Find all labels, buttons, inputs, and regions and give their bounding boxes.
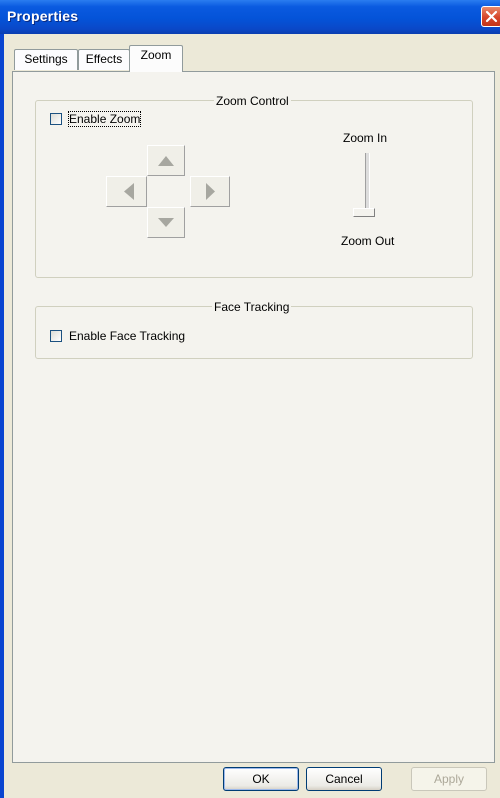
tab-zoom-label: Zoom [140, 48, 172, 62]
tab-settings[interactable]: Settings [14, 49, 78, 70]
close-button[interactable] [481, 6, 500, 27]
tab-settings-label: Settings [24, 52, 68, 66]
face-tracking-title: Face Tracking [212, 300, 292, 314]
enable-face-tracking-label[interactable]: Enable Face Tracking [69, 329, 185, 343]
zoom-slider-thumb[interactable] [353, 208, 375, 217]
zoom-control-title: Zoom Control [214, 94, 291, 108]
zoom-slider-track[interactable] [365, 153, 370, 211]
window-frame-left [0, 34, 4, 798]
zoom-in-label: Zoom In [343, 131, 388, 145]
apply-button[interactable]: Apply [411, 767, 487, 791]
cancel-button-label: Cancel [325, 772, 363, 786]
ok-button-label: OK [252, 772, 270, 786]
ok-button[interactable]: OK [223, 767, 299, 791]
enable-zoom-checkbox[interactable] [50, 113, 62, 125]
tab-effects-label: Effects [85, 52, 123, 66]
cancel-button[interactable]: Cancel [306, 767, 382, 791]
pan-right-button[interactable] [190, 176, 230, 207]
window-title: Properties [7, 8, 79, 24]
pan-down-button[interactable] [147, 207, 185, 238]
pan-left-button[interactable] [106, 176, 147, 207]
enable-zoom-label[interactable]: Enable Zoom [67, 111, 142, 127]
enable-face-tracking-checkbox[interactable] [50, 330, 62, 342]
tab-effects[interactable]: Effects [78, 49, 130, 70]
zoom-control-group [35, 100, 473, 278]
title-bar[interactable]: Properties [0, 0, 500, 34]
apply-button-label: Apply [433, 772, 465, 786]
zoom-out-label: Zoom Out [341, 234, 395, 248]
tab-zoom[interactable]: Zoom [129, 45, 183, 72]
pan-up-button[interactable] [147, 145, 185, 176]
